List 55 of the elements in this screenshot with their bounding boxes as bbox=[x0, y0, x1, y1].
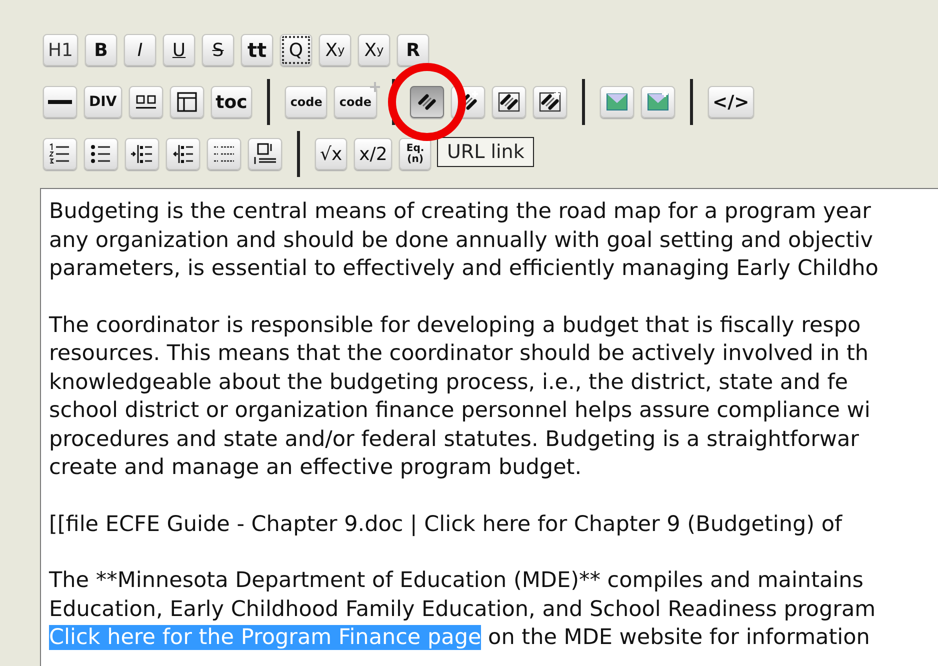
text-line: The coordinator is responsible for developing a budget that is fiscally respo bbox=[49, 312, 861, 338]
text-line: procedures and state and/or federal statutes. Budgeting is a straightforwar bbox=[49, 426, 860, 452]
table-icon bbox=[174, 90, 199, 114]
indent-icon bbox=[130, 142, 154, 166]
rule-button[interactable] bbox=[43, 86, 77, 118]
format-button[interactable]: Q bbox=[280, 34, 312, 66]
footnote-button[interactable] bbox=[248, 138, 282, 170]
footnote-icon bbox=[253, 142, 277, 166]
editor-area[interactable] bbox=[40, 188, 938, 666]
outdent-button[interactable] bbox=[166, 138, 200, 170]
image-button[interactable] bbox=[600, 86, 634, 118]
indent-button[interactable] bbox=[125, 138, 159, 170]
numbered-list-button[interactable] bbox=[43, 138, 77, 170]
format-button[interactable]: x/2 bbox=[354, 138, 392, 170]
dash-list-button[interactable] bbox=[207, 138, 241, 170]
image-button[interactable] bbox=[640, 86, 674, 118]
list-icon bbox=[48, 142, 72, 166]
text-line: school district or organization finance personnel helps assure compliance wi bbox=[49, 398, 870, 423]
chain-link-icon bbox=[496, 90, 520, 114]
tooltip: URL link bbox=[437, 137, 534, 167]
text-line: knowledgeable about the budgeting process, i.e., the district, state and fe bbox=[49, 370, 848, 394]
format-button[interactable]: X$^{y}$ bbox=[319, 34, 351, 66]
selected-text: Click here for the Program Finance page bbox=[49, 625, 482, 650]
text-line: [[file ECFE Guide - Chapter 9.doc | Click here for Chapter 9 (Budgeting) of bbox=[49, 512, 842, 536]
format-button[interactable]: tt bbox=[241, 34, 273, 66]
format-button[interactable]: I bbox=[124, 34, 156, 66]
format-button[interactable]: code bbox=[285, 86, 328, 118]
outdent-icon bbox=[171, 142, 195, 166]
text-line: create and manage an effective program budget. bbox=[49, 455, 582, 480]
link-button[interactable] bbox=[492, 86, 526, 118]
text-line: any organization and should be done annually with goal setting and objectiv bbox=[49, 228, 873, 252]
format-button[interactable]: DIV bbox=[84, 86, 122, 118]
bullet-list-button[interactable] bbox=[84, 138, 118, 170]
text-line: The **Minnesota Department of Education (MDE)** compiles and maintains bbox=[49, 568, 864, 593]
text-line: parameters, is essential to effectively and efficiently managing Early Childho bbox=[49, 256, 878, 281]
text-line: Budgeting is the central means of creating the road map for a program year bbox=[49, 199, 872, 224]
format-button[interactable]: </> bbox=[708, 86, 754, 118]
table-button[interactable] bbox=[170, 86, 204, 118]
text-line: resources. This means that the coordinator should be actively involved in th bbox=[49, 341, 869, 366]
text-line: on the MDE website for information bbox=[487, 625, 870, 650]
format-button[interactable]: R bbox=[397, 34, 429, 66]
format-button[interactable]: Eq. (n) bbox=[399, 138, 432, 170]
text-line: Education, Early Childhood Family Education, and School Readiness program bbox=[49, 596, 876, 622]
link-button[interactable] bbox=[532, 86, 566, 118]
link-button[interactable] bbox=[410, 86, 444, 118]
format-button[interactable]: U bbox=[163, 34, 195, 66]
format-button[interactable]: S bbox=[202, 34, 234, 66]
format-button[interactable]: B bbox=[85, 34, 117, 66]
format-button[interactable]: H1 bbox=[43, 34, 78, 66]
chain-link-icon bbox=[538, 90, 562, 114]
format-button[interactable]: toc bbox=[210, 86, 252, 118]
sparkle-icon bbox=[370, 82, 380, 92]
boxes-button[interactable] bbox=[128, 86, 163, 118]
format-button[interactable]: √x bbox=[315, 138, 348, 170]
list-icon bbox=[89, 142, 113, 166]
